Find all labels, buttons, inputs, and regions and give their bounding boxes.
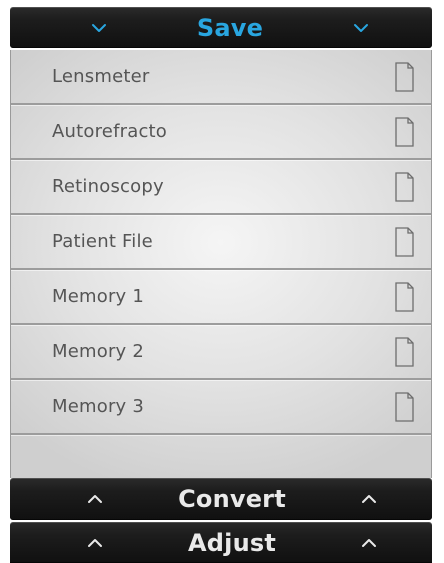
document-icon [393, 336, 415, 368]
document-icon [393, 391, 415, 423]
save-item-patient-file[interactable]: Patient File [11, 215, 431, 270]
save-title: Save [196, 13, 264, 42]
chevron-up-icon[interactable] [82, 530, 108, 556]
list-item-label: Patient File [52, 231, 153, 252]
save-item-autorefracto[interactable]: Autorefracto [11, 105, 431, 160]
list-item-label: Lensmeter [52, 66, 150, 87]
convert-title: Convert [178, 485, 286, 513]
chevron-down-icon[interactable] [348, 15, 374, 41]
list-empty-row [11, 435, 431, 478]
save-panel: Save Lensmeter Autorefracto Retinoscopy … [0, 0, 444, 563]
save-item-memory-3[interactable]: Memory 3 [11, 380, 431, 435]
document-icon [393, 226, 415, 258]
adjust-title: Adjust [187, 528, 277, 557]
document-icon [393, 116, 415, 148]
save-target-list: Lensmeter Autorefracto Retinoscopy Patie… [10, 50, 432, 478]
save-item-memory-1[interactable]: Memory 1 [11, 270, 431, 325]
chevron-up-icon[interactable] [82, 486, 108, 512]
chevron-up-icon[interactable] [356, 486, 382, 512]
save-item-lensmeter[interactable]: Lensmeter [11, 50, 431, 105]
list-item-label: Autorefracto [52, 121, 168, 142]
document-icon [393, 61, 415, 93]
list-item-label: Memory 2 [52, 341, 144, 362]
list-item-label: Retinoscopy [52, 176, 164, 197]
chevron-up-icon[interactable] [356, 530, 382, 556]
document-icon [393, 171, 415, 203]
list-item-label: Memory 3 [52, 396, 144, 417]
list-item-label: Memory 1 [52, 286, 144, 307]
save-item-memory-2[interactable]: Memory 2 [11, 325, 431, 380]
save-item-retinoscopy[interactable]: Retinoscopy [11, 160, 431, 215]
chevron-down-icon[interactable] [86, 15, 112, 41]
convert-section-header[interactable]: Convert [10, 478, 432, 520]
save-section-header[interactable]: Save [10, 7, 432, 48]
document-icon [393, 281, 415, 313]
adjust-section-header[interactable]: Adjust [10, 522, 432, 563]
